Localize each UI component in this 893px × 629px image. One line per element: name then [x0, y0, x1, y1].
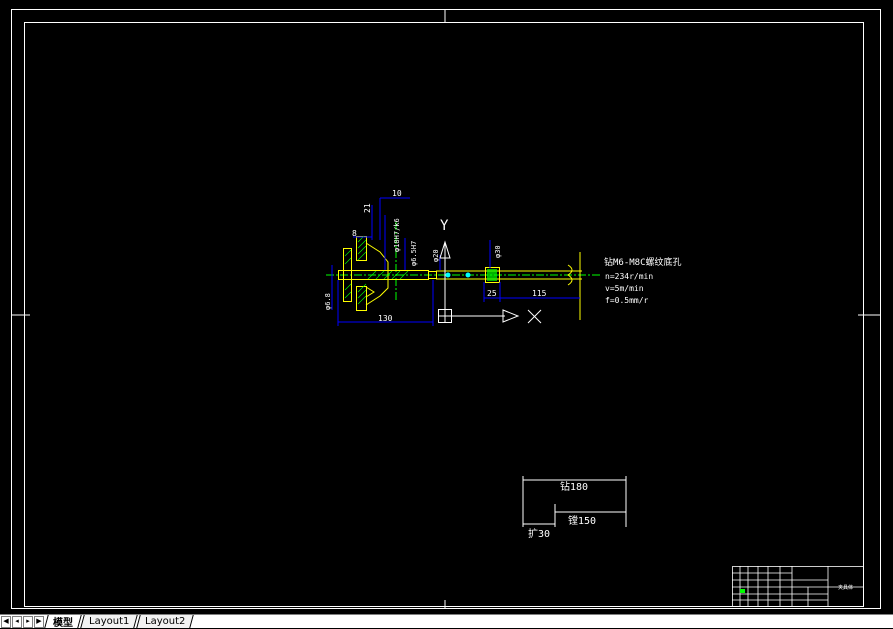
part-geometry: [338, 236, 582, 320]
dim-8: 8: [352, 229, 357, 238]
small-dim-a: 钻180: [560, 480, 588, 493]
dim-10: 10: [392, 189, 402, 198]
dimension-lines: [331, 197, 580, 326]
tab-layout2-label: Layout2: [145, 616, 186, 627]
process-line-2: n=234r/min: [605, 272, 653, 281]
process-line-1: 钻M6-M8C螺纹底孔: [604, 256, 682, 268]
process-line-4: f=0.5mm/r: [605, 296, 649, 305]
dim-25: 25: [487, 289, 497, 298]
tab-layout1-label: Layout1: [89, 616, 130, 627]
next-tab-icon[interactable]: ▸: [23, 615, 33, 628]
tab-layout1[interactable]: Layout1: [80, 615, 139, 628]
last-tab-icon[interactable]: ▶: [34, 615, 44, 628]
first-tab-icon[interactable]: ◀: [1, 615, 11, 628]
tab-model-label: 模型: [53, 618, 73, 629]
small-dim-b: 镗150: [568, 514, 596, 527]
tab-layout2[interactable]: Layout2: [136, 615, 195, 628]
process-line-3: v=5m/min: [605, 284, 644, 293]
prev-tab-icon[interactable]: ◂: [12, 615, 22, 628]
tool-point-2: [465, 272, 471, 278]
tab-model[interactable]: 模型: [44, 615, 82, 629]
dim-21: 21: [363, 203, 372, 213]
cad-drawing-canvas[interactable]: 夹具体 10 21 8 φ18H7/k6 φ6.5H7 φ20 φ30 φ6.8…: [0, 0, 893, 614]
dim-phi68: φ6.8: [324, 293, 332, 310]
axis-y-label: Y: [440, 218, 449, 234]
dim-130: 130: [378, 314, 393, 323]
center-lines: [326, 222, 600, 300]
layout-tab-bar: ◀ ◂ ▸ ▶ 模型 Layout1 Layout2: [0, 614, 893, 629]
title-block-marker: [740, 589, 745, 593]
tool-chuck: [487, 269, 497, 281]
dim-115: 115: [532, 289, 547, 298]
dim-fit-1: φ18H7/k6: [393, 218, 401, 252]
dim-phi20: φ20: [432, 249, 440, 262]
title-block-name: 夹具体: [838, 584, 853, 591]
dim-fit-2: φ6.5H7: [410, 241, 418, 266]
tool-point-1: [445, 272, 451, 278]
dim-phi30: φ30: [494, 245, 502, 258]
small-dim-c: 扩30: [528, 527, 550, 540]
